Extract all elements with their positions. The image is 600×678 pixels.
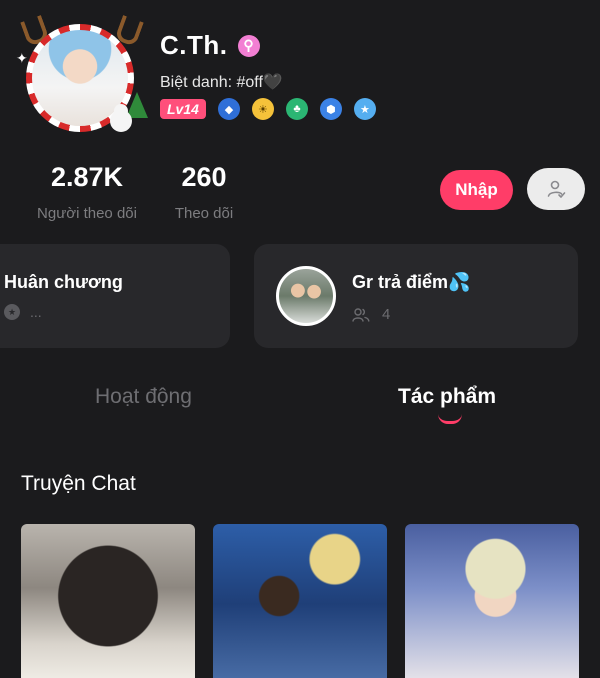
following-label: Theo dõi [174, 205, 234, 222]
join-button[interactable]: Nhập [440, 170, 513, 210]
leaf-badge-icon[interactable]: ♣ [285, 98, 308, 120]
tab-works[interactable]: Tác phẩm [398, 385, 496, 409]
followers-count: 2.87K [50, 162, 124, 192]
active-tab-indicator [438, 414, 462, 424]
profile-name: C.Th. [160, 30, 228, 60]
friend-status-button[interactable] [527, 168, 585, 210]
members-icon [352, 307, 370, 322]
chat-story-thumbnail[interactable] [213, 524, 387, 678]
following-count: 260 [181, 162, 227, 192]
medal-icon: ★ [4, 304, 20, 320]
sparkle-icon: ✦ [16, 50, 28, 66]
medals-placeholder: ... [30, 304, 42, 320]
chat-story-thumbnail[interactable] [405, 524, 579, 678]
following-stat[interactable]: 260 Theo dõi [168, 162, 240, 222]
profile-nickname: Biệt danh: #off🖤 [160, 74, 283, 91]
medals-summary: ★ ... [4, 304, 42, 320]
group-card[interactable]: Gr trả điểm💦 4 [254, 244, 578, 348]
badge-row: Lv14 ◆ ☀ ♣ ⬢ ★ [160, 98, 376, 120]
group-title: Gr trả điểm💦 [352, 272, 471, 292]
group-member-count: 4 [382, 306, 391, 323]
snowman-icon [110, 110, 132, 132]
tab-activity[interactable]: Hoạt động [95, 385, 192, 409]
shield-badge-icon[interactable]: ⬢ [319, 98, 342, 120]
star-badge-icon[interactable]: ★ [353, 98, 376, 120]
sun-badge-icon[interactable]: ☀ [251, 98, 274, 120]
medals-title: Huân chương [4, 272, 123, 292]
followers-label: Người theo dõi [37, 205, 137, 222]
gender-symbol-icon: ⚲ [237, 34, 260, 57]
followers-stat[interactable]: 2.87K Người theo dõi [28, 162, 146, 222]
level-badge[interactable]: Lv14 [160, 99, 206, 119]
group-members: 4 [352, 306, 390, 323]
group-avatar [276, 266, 336, 326]
name-row: C.Th. ⚲ [160, 30, 260, 61]
water-drop-badge-icon[interactable]: ◆ [217, 98, 240, 120]
chat-story-thumbnail[interactable] [21, 524, 195, 678]
section-title-chat-stories: Truyện Chat [21, 472, 136, 495]
profile-avatar[interactable]: ✦ [14, 14, 149, 139]
medals-card[interactable]: Huân chương ★ ... [0, 244, 230, 348]
user-check-icon [547, 180, 566, 198]
